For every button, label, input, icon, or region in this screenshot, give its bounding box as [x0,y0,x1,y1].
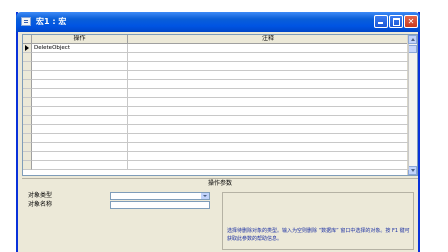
macro-grid: 操作 注释 DeleteObject [22,34,418,176]
row-selector[interactable] [23,143,32,152]
comment-cell[interactable] [128,71,409,80]
macro-window: 宏1 : 宏 ✕ 操作 注释 DeleteObject 操作参数 对象类型 对象… [16,12,420,252]
title-bar[interactable]: 宏1 : 宏 ✕ [16,12,420,32]
grid-corner [23,35,32,44]
row-selector[interactable] [23,98,32,107]
comment-cell[interactable] [128,44,409,53]
comment-cell[interactable] [128,116,409,125]
close-icon[interactable]: ✕ [404,15,418,28]
comment-cell[interactable] [128,107,409,116]
row-selector[interactable] [23,53,32,62]
scroll-thumb[interactable] [408,45,417,53]
window-title: 宏1 : 宏 [36,17,67,26]
action-cell[interactable] [32,62,128,71]
action-cell[interactable] [32,125,128,134]
minimize-icon[interactable] [374,15,388,28]
action-cell[interactable] [32,152,128,161]
object-type-label: 对象类型 [28,192,53,199]
row-selector[interactable] [23,80,32,89]
object-name-field[interactable] [110,201,210,209]
comment-cell[interactable] [128,152,409,161]
comment-cell[interactable] [128,161,409,170]
help-panel: 选择待删除对象的类型。输入为空则删除 “数据库” 窗口中选择的对象。按 F1 键… [222,192,414,250]
comment-cell[interactable] [128,125,409,134]
row-selector[interactable] [23,116,32,125]
comment-cell[interactable] [128,143,409,152]
row-selector[interactable] [23,125,32,134]
row-arrow-icon [25,45,29,51]
action-cell[interactable]: DeleteObject [32,44,128,53]
action-cell[interactable] [32,53,128,62]
row-selector[interactable] [23,71,32,80]
object-type-select[interactable] [110,192,210,200]
action-cell[interactable] [32,107,128,116]
help-text: 选择待删除对象的类型。输入为空则删除 “数据库” 窗口中选择的对象。按 F1 键… [227,228,410,242]
row-selector[interactable] [23,152,32,161]
action-cell[interactable] [32,80,128,89]
column-header-comment: 注释 [128,35,409,44]
comment-cell[interactable] [128,62,409,71]
action-cell[interactable] [32,89,128,98]
comment-cell[interactable] [128,98,409,107]
macro-icon [21,17,31,26]
action-cell[interactable] [32,98,128,107]
action-cell[interactable] [32,143,128,152]
scroll-up-icon[interactable] [408,35,417,44]
comment-cell[interactable] [128,89,409,98]
comment-cell[interactable] [128,134,409,143]
row-selector[interactable] [23,134,32,143]
comment-cell[interactable] [128,53,409,62]
properties-header: 操作参数 [22,178,418,189]
row-selector[interactable] [23,44,32,53]
column-header-action: 操作 [32,35,128,44]
comment-cell[interactable] [128,80,409,89]
object-name-label: 对象名称 [28,201,53,208]
action-cell[interactable] [32,134,128,143]
row-selector[interactable] [23,89,32,98]
row-selector[interactable] [23,107,32,116]
action-cell[interactable] [32,71,128,80]
row-selector[interactable] [23,62,32,71]
scroll-down-icon[interactable] [408,166,417,175]
row-selector[interactable] [23,161,32,170]
maximize-icon[interactable] [389,15,403,28]
action-cell[interactable] [32,116,128,125]
chevron-down-icon[interactable] [201,193,209,199]
action-cell[interactable] [32,161,128,170]
